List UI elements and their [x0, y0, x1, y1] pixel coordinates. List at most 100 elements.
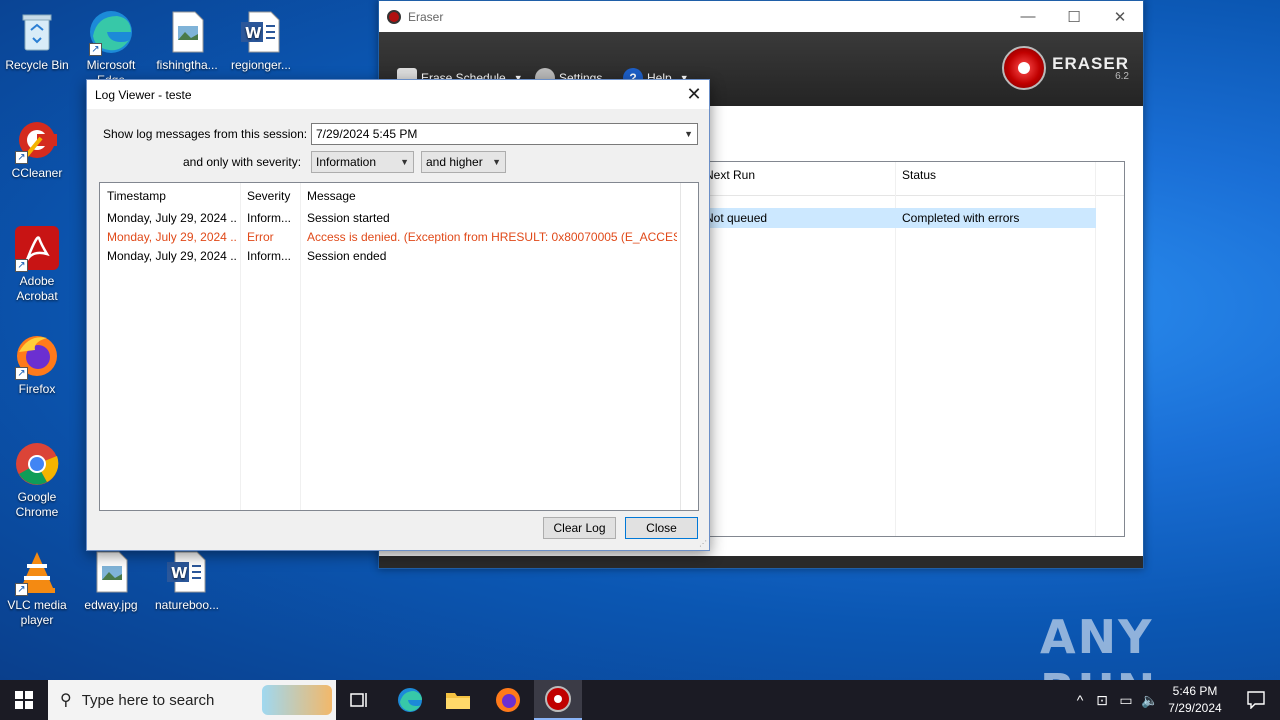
maximize-icon[interactable]: ☐: [1051, 2, 1097, 32]
desktop-icon-vlc[interactable]: ↗ VLC media player: [0, 548, 74, 628]
column-header-severity[interactable]: Severity: [247, 189, 290, 203]
severity-range-value: and higher: [426, 155, 483, 169]
windows-logo-icon: [15, 691, 33, 709]
desktop-icon-firefox[interactable]: ↗ Firefox: [0, 332, 74, 397]
log-viewer-dialog[interactable]: Log Viewer - teste ✕ Show log messages f…: [86, 79, 710, 551]
desktop-icon-label: edway.jpg: [84, 598, 138, 612]
log-timestamp: Monday, July 29, 2024 ...: [107, 211, 237, 225]
eraser-app-icon: [387, 9, 401, 24]
desktop-icon-label: CCleaner: [11, 166, 63, 180]
log-message: Access is denied. (Exception from HRESUL…: [307, 230, 677, 244]
taskbar-file-explorer-button[interactable]: [434, 680, 482, 720]
severity-label: and only with severity:: [183, 155, 302, 169]
log-severity: Inform...: [247, 249, 292, 263]
eraser-emblem-icon: [1002, 46, 1047, 90]
severity-select[interactable]: Information ▼: [311, 151, 414, 173]
minimize-icon[interactable]: —: [1005, 2, 1051, 32]
close-button[interactable]: Close: [625, 517, 698, 539]
chevron-down-icon: ▼: [492, 157, 501, 167]
eraser-app-icon: [545, 686, 571, 712]
taskbar-clock[interactable]: 5:46 PM 7/29/2024: [1160, 683, 1230, 717]
image-file-icon: [163, 8, 211, 56]
desktop-icon-label: regionger...: [230, 58, 292, 72]
desktop-icon-natureboo[interactable]: W natureboo...: [150, 548, 224, 613]
log-entry[interactable]: Monday, July 29, 2024 ... Inform... Sess…: [100, 247, 680, 266]
session-value: 7/29/2024 5:45 PM: [316, 127, 418, 141]
dialog-title-bar[interactable]: Log Viewer - teste ✕: [87, 80, 709, 109]
search-placeholder: Type here to search: [81, 691, 215, 709]
log-entry[interactable]: Monday, July 29, 2024 ... Inform... Sess…: [100, 209, 680, 228]
desktop-icon-edway[interactable]: edway.jpg: [74, 548, 148, 613]
log-message: Session started: [307, 211, 390, 225]
recycle-bin-icon: [13, 8, 61, 56]
desktop-icon-fishingtha[interactable]: fishingtha...: [150, 8, 224, 73]
start-button[interactable]: [0, 680, 48, 720]
shortcut-arrow-icon: ↗: [15, 583, 28, 596]
ethernet-icon[interactable]: ▭: [1114, 692, 1138, 709]
shortcut-arrow-icon: ↗: [15, 259, 28, 272]
column-header-status[interactable]: Status: [902, 168, 936, 182]
desktop-icon-label: Recycle Bin: [5, 58, 69, 72]
desktop-icon-adobe-acrobat[interactable]: ↗ Adobe Acrobat: [0, 224, 74, 304]
network-icon[interactable]: ⊡: [1090, 692, 1114, 709]
eraser-title-bar[interactable]: Eraser — ☐ ✕: [379, 1, 1143, 32]
ccleaner-icon: ↗: [13, 116, 61, 164]
eraser-window-title: Eraser: [408, 9, 444, 24]
watermark-logo: ANY RUN: [1040, 610, 1155, 680]
desktop-icon-label: Google Chrome: [15, 490, 59, 519]
svg-text:W: W: [245, 24, 262, 42]
notifications-button[interactable]: [1232, 680, 1280, 720]
log-list[interactable]: Timestamp Severity Message Monday, July …: [99, 182, 699, 511]
desktop: Recycle Bin ↗ CCleaner ↗ Adobe Acrobat ↗…: [0, 0, 1280, 680]
edge-icon: [398, 688, 422, 712]
shortcut-arrow-icon: ↗: [15, 367, 28, 380]
shortcut-arrow-icon: ↗: [89, 43, 102, 56]
svg-text:W: W: [171, 564, 188, 582]
task-view-button[interactable]: [336, 680, 384, 720]
desktop-icon-label: Firefox: [18, 382, 56, 396]
clock-time: 5:46 PM: [1172, 684, 1218, 698]
task-view-icon: [350, 693, 367, 707]
column-header-message[interactable]: Message: [307, 189, 356, 203]
taskbar-eraser-button[interactable]: [534, 680, 582, 720]
dialog-title: Log Viewer - teste: [95, 87, 192, 102]
desktop-icon-regionger[interactable]: W regionger...: [224, 8, 298, 73]
clear-log-button[interactable]: Clear Log: [543, 517, 616, 539]
taskbar: ⚲ Type here to search ^ ⊡ ▭ 🔈 5:46 PM 7/…: [0, 680, 1280, 720]
taskbar-edge-button[interactable]: [386, 680, 434, 720]
chevron-down-icon: ▼: [684, 129, 693, 139]
task-next-run: Not queued: [705, 211, 768, 225]
firefox-icon: [496, 688, 520, 712]
desktop-icon-label: natureboo...: [154, 598, 220, 612]
word-document-icon: W: [163, 548, 211, 596]
close-icon[interactable]: ✕: [679, 81, 709, 109]
desktop-icon-recycle-bin[interactable]: Recycle Bin: [0, 8, 74, 73]
volume-icon[interactable]: 🔈: [1138, 692, 1162, 709]
session-select[interactable]: 7/29/2024 5:45 PM ▼: [311, 123, 698, 145]
chevron-down-icon: ▼: [400, 157, 409, 167]
system-tray: ^ ⊡ ▭ 🔈: [1070, 680, 1162, 720]
resize-grip-icon[interactable]: ⋰: [699, 539, 707, 548]
search-highlight-image: [262, 685, 332, 715]
notification-icon: [1247, 691, 1265, 709]
severity-range-select[interactable]: and higher ▼: [421, 151, 506, 173]
task-status: Completed with errors: [902, 211, 1020, 225]
close-icon[interactable]: ✕: [1097, 2, 1143, 32]
word-document-icon: W: [237, 8, 285, 56]
desktop-icon-ccleaner[interactable]: ↗ CCleaner: [0, 116, 74, 181]
desktop-icon-microsoft-edge[interactable]: ↗ Microsoft Edge: [74, 8, 148, 88]
log-entry-error[interactable]: Monday, July 29, 2024 ... Error Access i…: [100, 228, 680, 247]
log-timestamp: Monday, July 29, 2024 ...: [107, 230, 237, 244]
chevron-up-icon[interactable]: ^: [1070, 692, 1090, 708]
eraser-brand-logo: ERASER 6.2: [1002, 46, 1129, 90]
chrome-icon: [13, 440, 61, 488]
taskbar-search[interactable]: ⚲ Type here to search: [48, 680, 336, 720]
column-header-timestamp[interactable]: Timestamp: [107, 189, 166, 203]
column-header-next-run[interactable]: Next Run: [705, 168, 755, 182]
desktop-icon-label: Adobe Acrobat: [16, 274, 58, 303]
desktop-icon-google-chrome[interactable]: Google Chrome: [0, 440, 74, 520]
acrobat-icon: ↗: [13, 224, 61, 272]
vlc-icon: ↗: [13, 548, 61, 596]
shortcut-arrow-icon: ↗: [15, 151, 28, 164]
taskbar-firefox-button[interactable]: [484, 680, 532, 720]
